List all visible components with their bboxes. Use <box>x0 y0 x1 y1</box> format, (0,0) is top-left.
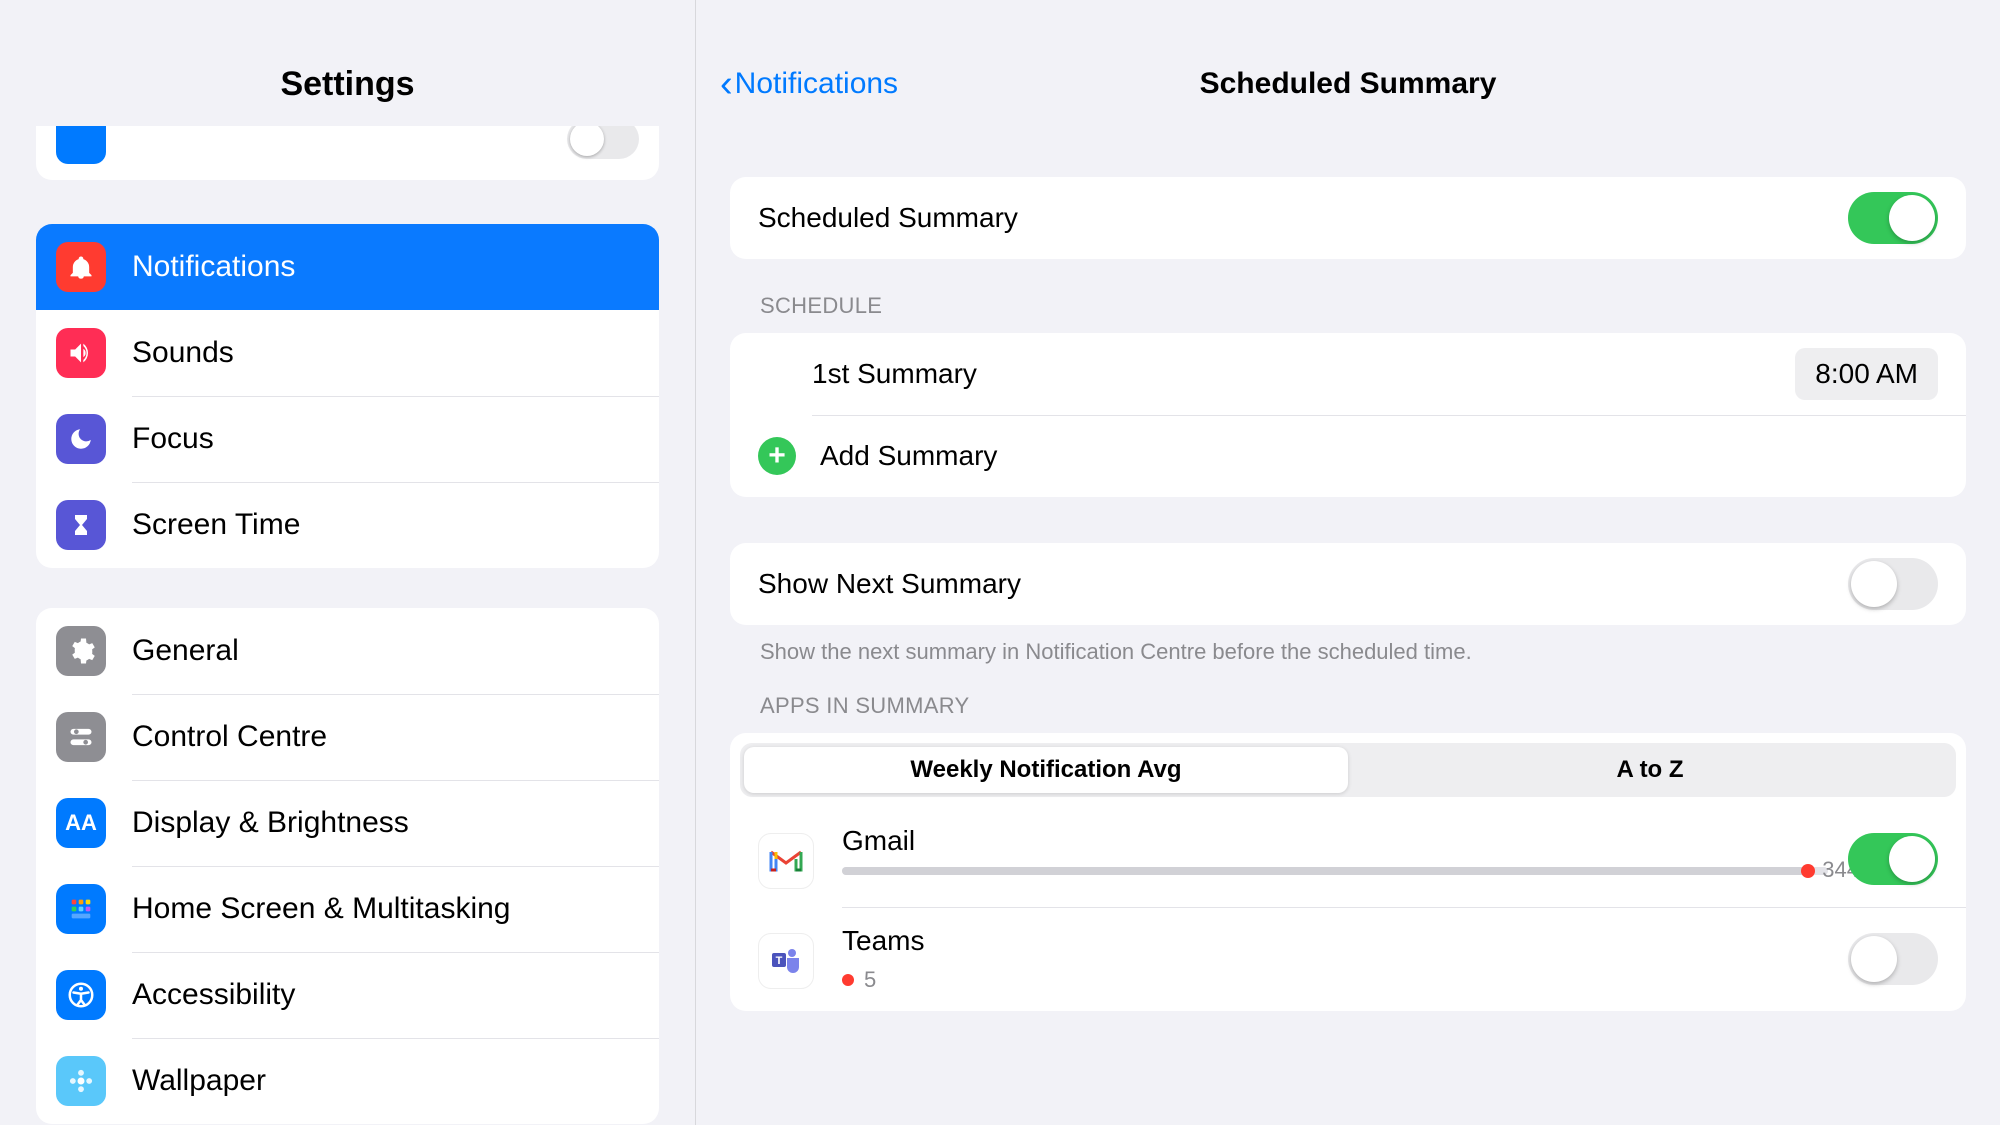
svg-text:T: T <box>776 955 783 967</box>
teams-icon: T <box>758 933 814 989</box>
gmail-icon <box>758 833 814 889</box>
sliders-icon <box>56 712 106 762</box>
sidebar-item-home-screen[interactable]: Home Screen & Multitasking <box>36 866 659 952</box>
sidebar-item-screen-time[interactable]: Screen Time <box>36 482 659 568</box>
notification-count-line: 5 <box>842 967 1828 993</box>
sidebar-item-label: Focus <box>132 422 214 456</box>
scheduled-summary-label: Scheduled Summary <box>758 202 1018 234</box>
segmented-weekly-avg[interactable]: Weekly Notification Avg <box>744 747 1348 793</box>
flower-icon <box>56 1056 106 1106</box>
text-size-icon: AA <box>56 798 106 848</box>
app-name: Teams <box>842 925 1828 957</box>
apps-sort-segmented[interactable]: Weekly Notification Avg A to Z <box>740 743 1956 797</box>
app-row-gmail: Gmail 344 <box>730 807 1966 907</box>
summary-label: 1st Summary <box>812 358 977 390</box>
sidebar-item-partial[interactable] <box>36 126 659 180</box>
schedule-1st-summary[interactable]: 1st Summary 8:00 AM <box>730 333 1966 415</box>
chevron-left-icon: ‹ <box>720 65 733 103</box>
sidebar-item-label: Control Centre <box>132 720 327 754</box>
notification-bar: 344 <box>842 867 1828 875</box>
back-button[interactable]: ‹ Notifications <box>720 65 898 103</box>
gear-icon <box>56 626 106 676</box>
apps-in-summary-header: APPS IN SUMMARY <box>730 665 1966 733</box>
bar-end-dot-icon <box>1801 864 1815 878</box>
toggle-icon <box>56 126 106 164</box>
hourglass-icon <box>56 500 106 550</box>
add-summary-row[interactable]: + Add Summary <box>730 415 1966 497</box>
app-name: Gmail <box>842 825 1828 857</box>
notification-count: 5 <box>864 967 876 993</box>
sidebar-item-label: Wallpaper <box>132 1064 266 1098</box>
sidebar-item-label: General <box>132 634 239 668</box>
sidebar-item-label: Screen Time <box>132 508 300 542</box>
show-next-footer: Show the next summary in Notification Ce… <box>730 625 1966 665</box>
back-label: Notifications <box>735 67 898 101</box>
plus-icon: + <box>758 437 796 475</box>
mini-toggle[interactable] <box>567 126 639 159</box>
grid-icon <box>56 884 106 934</box>
detail-pane: ‹ Notifications Scheduled Summary Schedu… <box>696 0 2000 1125</box>
app-row-teams: T Teams 5 <box>730 907 1966 1011</box>
show-next-summary-toggle[interactable] <box>1848 558 1938 610</box>
app-toggle-teams[interactable] <box>1848 933 1938 985</box>
sidebar-item-label: Notifications <box>132 250 295 284</box>
accessibility-icon <box>56 970 106 1020</box>
schedule-header: SCHEDULE <box>730 259 1966 333</box>
segmented-a-to-z[interactable]: A to Z <box>1348 747 1952 793</box>
settings-title: Settings <box>0 65 695 104</box>
sidebar-item-display-brightness[interactable]: AA Display & Brightness <box>36 780 659 866</box>
sidebar-item-label: Sounds <box>132 336 234 370</box>
sidebar-item-notifications[interactable]: Notifications <box>36 224 659 310</box>
sidebar-item-focus[interactable]: Focus <box>36 396 659 482</box>
summary-time[interactable]: 8:00 AM <box>1795 348 1938 400</box>
show-next-summary-row: Show Next Summary <box>730 543 1966 625</box>
add-summary-label: Add Summary <box>820 440 997 472</box>
sidebar-item-label: Display & Brightness <box>132 806 409 840</box>
speaker-icon <box>56 328 106 378</box>
settings-sidebar: Settings Notifications Sounds <box>0 0 696 1125</box>
scheduled-summary-row: Scheduled Summary <box>730 177 1966 259</box>
sidebar-item-label: Home Screen & Multitasking <box>132 892 511 926</box>
bell-icon <box>56 242 106 292</box>
scheduled-summary-toggle[interactable] <box>1848 192 1938 244</box>
sidebar-item-accessibility[interactable]: Accessibility <box>36 952 659 1038</box>
show-next-summary-label: Show Next Summary <box>758 568 1021 600</box>
app-toggle-gmail[interactable] <box>1848 833 1938 885</box>
sidebar-item-general[interactable]: General <box>36 608 659 694</box>
sidebar-item-label: Accessibility <box>132 978 295 1012</box>
sidebar-item-sounds[interactable]: Sounds <box>36 310 659 396</box>
sidebar-item-control-centre[interactable]: Control Centre <box>36 694 659 780</box>
sidebar-item-wallpaper[interactable]: Wallpaper <box>36 1038 659 1124</box>
moon-icon <box>56 414 106 464</box>
red-dot-icon <box>842 974 854 986</box>
